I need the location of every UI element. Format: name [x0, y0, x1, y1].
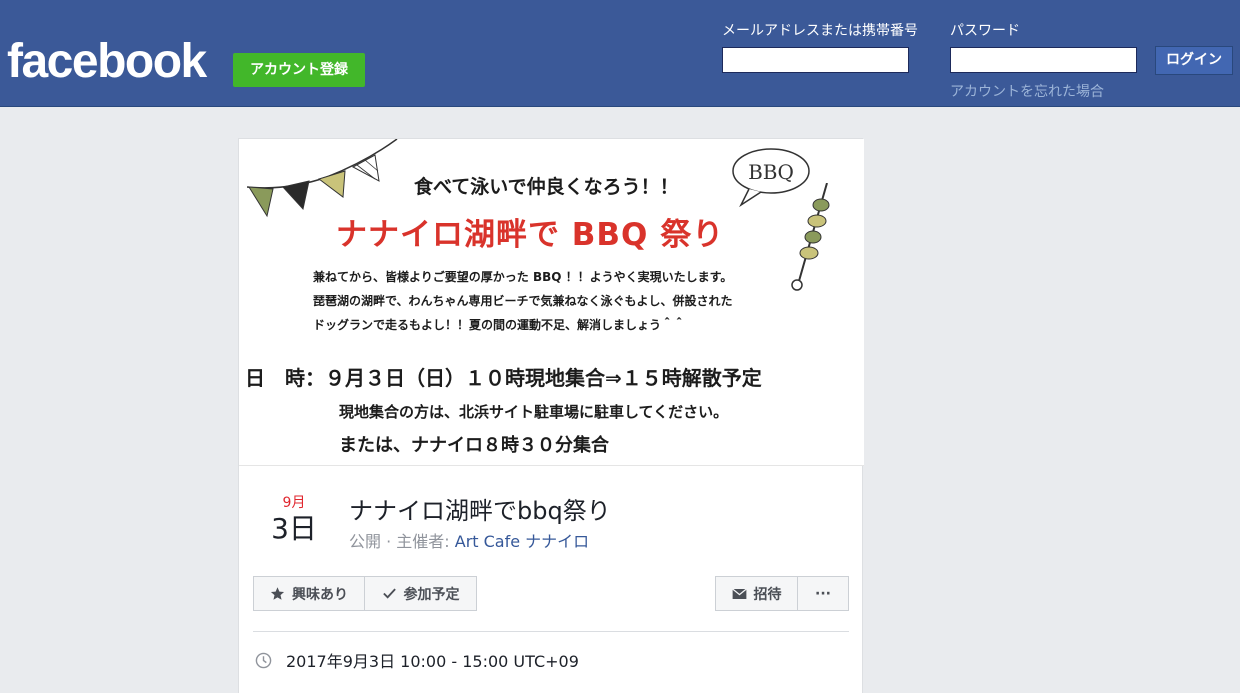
password-label: パスワード [950, 23, 1020, 39]
email-label: メールアドレスまたは携帯番号 [722, 23, 918, 39]
more-icon: ··· [815, 585, 831, 602]
banner-parking-note: 現地集合の方は、北浜サイト駐車場に駐車してください。 [339, 403, 729, 421]
going-button[interactable]: 参加予定 [364, 576, 477, 611]
invite-button[interactable]: 招待 [715, 576, 798, 611]
bbq-bubble-text: BBQ [748, 160, 794, 184]
banner-body-line: 琵琶湖の湖畔で、わんちゃん専用ビーチで気兼ねなく泳ぐもよし、併設された [313, 294, 733, 308]
event-privacy: 公開 · 主催者: [349, 532, 455, 551]
banner-tagline: 食べて泳いで仲良くなろう！！ [414, 176, 679, 198]
skewer-illustration [791, 183, 830, 291]
event-meta: 公開 · 主催者: Art Cafe ナナイロ [349, 528, 589, 552]
event-date-block: 9月 3日 [259, 495, 329, 547]
banner-headline: ナナイロ湖畔で BBQ 祭り [336, 217, 725, 253]
envelope-icon [731, 588, 747, 599]
login-button[interactable]: ログイン [1155, 46, 1233, 75]
interested-label: 興味あり [292, 586, 348, 603]
event-title: ナナイロ湖畔でbbq祭り [349, 497, 611, 525]
password-input[interactable] [950, 47, 1137, 73]
interested-button[interactable]: 興味あり [253, 576, 365, 611]
event-time-row: 2017年9月3日 10:00 - 15:00 UTC+09 [255, 648, 579, 672]
invite-label: 招待 [753, 586, 782, 603]
email-input[interactable] [722, 47, 909, 73]
event-datetime: 2017年9月3日 10:00 - 15:00 UTC+09 [286, 652, 579, 671]
banner-body-line: 兼ねてから、皆様よりご要望の厚かった BBQ ！！ようやく実現いたします。 [313, 270, 733, 284]
forgot-account-link[interactable]: アカウントを忘れた場合 [950, 81, 1104, 101]
event-card: 食べて泳いで仲良くなろう！！ ナナイロ湖畔で BBQ 祭り BBQ 兼ねてから、… [238, 138, 864, 693]
event-host-link[interactable]: Art Cafe ナナイロ [455, 532, 589, 551]
banner-body-line: ドッグランで走るもよし！！夏の間の運動不足、解消しましょう＾＾ [313, 318, 686, 332]
banner-meeting-note: または、ナナイロ８時３０分集合 [339, 435, 609, 456]
going-label: 参加予定 [403, 586, 460, 603]
signup-button[interactable]: アカウント登録 [233, 53, 365, 87]
event-cover-image[interactable]: 食べて泳いで仲良くなろう！！ ナナイロ湖畔で BBQ 祭り BBQ 兼ねてから、… [239, 139, 864, 466]
event-day: 3日 [271, 512, 317, 545]
top-bar: facebook アカウント登録 メールアドレスまたは携帯番号 パスワード ログ… [0, 0, 1240, 107]
section-divider [253, 631, 849, 632]
check-icon [382, 588, 396, 599]
clock-icon [255, 652, 272, 668]
more-options-button[interactable]: ··· [797, 576, 849, 611]
star-icon [270, 587, 285, 600]
event-month: 9月 [282, 495, 306, 511]
banner-schedule: 日 時：９月３日（日）１０時現地集合⇒１５時解散予定 [245, 366, 762, 390]
facebook-logo[interactable]: facebook [7, 34, 207, 90]
